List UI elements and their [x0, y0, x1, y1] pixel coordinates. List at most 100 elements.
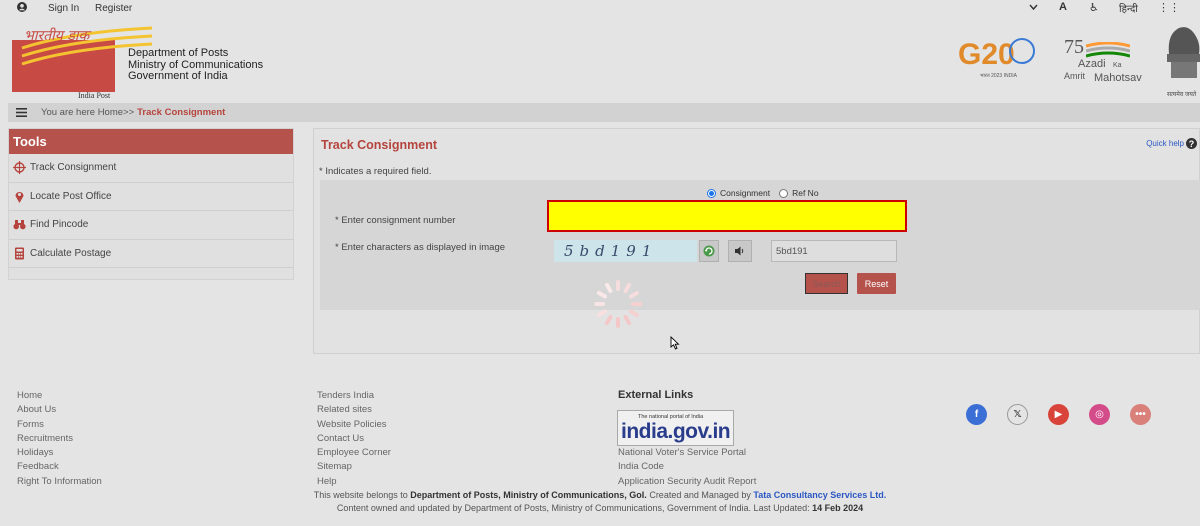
india-post-logo[interactable]: [12, 26, 153, 92]
sitemap-icon[interactable]: ⋮⋮: [1158, 1, 1180, 14]
g20-logo: G20 भारत 2023 INDIA: [958, 38, 1035, 79]
logo-hindi-text: भारतीय डाक: [24, 28, 90, 44]
text-size-icon[interactable]: A: [1059, 1, 1067, 13]
emblem-caption: सत्यमेव जयते: [1167, 92, 1197, 98]
footer-link-contact-us[interactable]: Contact Us: [317, 432, 391, 446]
sidebar-item-calculate-postage[interactable]: Calculate Postage: [9, 240, 293, 268]
consignment-number-input[interactable]: [547, 200, 907, 232]
footer-ownership-note: This website belongs to Department of Po…: [0, 490, 1200, 500]
external-link-india-code[interactable]: India Code: [618, 460, 756, 474]
footer-link-rti[interactable]: Right To Information: [17, 475, 102, 489]
footer-link-related-sites[interactable]: Related sites: [317, 403, 391, 417]
sidebar-item-label: Track Consignment: [30, 162, 117, 174]
captcha-image: 5bd191: [554, 240, 697, 262]
footer-updated-note: Content owned and updated by Department …: [0, 503, 1200, 513]
instagram-icon[interactable]: ◎: [1089, 404, 1110, 425]
consignment-number-label: * Enter consignment number: [335, 215, 456, 226]
language-hindi-link[interactable]: हिन्दी: [1119, 1, 1138, 15]
captcha-refresh-button[interactable]: [699, 240, 719, 262]
national-emblem: सत्यमेव जयते: [1163, 24, 1200, 102]
chevron-down-icon[interactable]: [1029, 4, 1038, 11]
footer-link-home[interactable]: Home: [17, 389, 102, 403]
footer-link-feedback[interactable]: Feedback: [17, 460, 102, 474]
g20-text: G20: [958, 38, 1015, 71]
sidebar-item-track-consignment[interactable]: Track Consignment: [9, 154, 293, 183]
external-links-list: National Voter's Service Portal India Co…: [618, 446, 756, 489]
hamburger-menu-icon[interactable]: [16, 108, 27, 117]
india-gov-wordmark: india.gov.in: [621, 420, 731, 443]
footer-link-employee-corner[interactable]: Employee Corner: [317, 446, 391, 460]
footer-link-forms[interactable]: Forms: [17, 418, 102, 432]
track-form: Consignment Ref No * Enter consignment n…: [320, 180, 1200, 310]
register-link[interactable]: Register: [95, 3, 132, 14]
footer-link-website-policies[interactable]: Website Policies: [317, 418, 391, 432]
captcha-label: * Enter characters as displayed in image: [335, 242, 506, 253]
ref-no-radio[interactable]: [779, 188, 789, 198]
g20-caption: भारत 2023 INDIA: [980, 73, 1018, 79]
facebook-icon[interactable]: f: [966, 404, 987, 425]
track-consignment-panel: Track Consignment Quick help ? * Indicat…: [313, 128, 1200, 354]
azadi-ka-word: Ka: [1113, 62, 1122, 69]
crosshair-icon: [13, 161, 26, 175]
reset-button[interactable]: Reset: [857, 273, 896, 294]
footer-link-sitemap[interactable]: Sitemap: [317, 460, 391, 474]
footer-link-tenders[interactable]: Tenders India: [317, 389, 391, 403]
government-line: Government of India: [128, 70, 228, 82]
external-link-security-audit[interactable]: Application Security Audit Report: [618, 475, 756, 489]
speaker-icon: [734, 246, 743, 256]
flag-wave-icon: [1086, 42, 1130, 58]
last-updated-date: 14 Feb 2024: [812, 503, 864, 513]
tcs-link[interactable]: Tata Consultancy Services Ltd.: [753, 490, 886, 500]
loading-spinner-icon: [594, 280, 642, 328]
external-link-voter-portal[interactable]: National Voter's Service Portal: [618, 446, 756, 460]
footer-link-holidays[interactable]: Holidays: [17, 446, 102, 460]
more-options-icon[interactable]: •••: [1130, 404, 1151, 425]
footer-links-col1: Home About Us Forms Recruitments Holiday…: [17, 389, 102, 489]
mouse-pointer-icon: [670, 336, 680, 350]
footer-link-help[interactable]: Help: [317, 475, 391, 489]
dept-line: Department of Posts: [128, 47, 229, 59]
captcha-input[interactable]: [771, 240, 897, 262]
breadcrumb-home[interactable]: You are here Home>>: [41, 107, 134, 118]
azadi-word: Azadi: [1078, 58, 1106, 70]
user-icon[interactable]: [17, 2, 27, 12]
youtube-icon[interactable]: ▶: [1048, 404, 1069, 425]
tools-sidebar: Tools Track Consignment Locate Post Offi…: [8, 128, 294, 280]
breadcrumb-current: Track Consignment: [137, 107, 226, 118]
x-twitter-icon[interactable]: 𝕏: [1007, 404, 1028, 425]
search-type-radio-group: Consignment Ref No: [707, 188, 819, 198]
consignment-radio[interactable]: [707, 188, 716, 198]
mahotsav-word: Mahotsav: [1094, 72, 1142, 84]
sidebar-item-find-pincode[interactable]: Find Pincode: [9, 211, 293, 240]
ref-no-radio-label[interactable]: Ref No: [792, 188, 818, 198]
captcha-audio-button[interactable]: [728, 240, 752, 262]
footer-link-about-us[interactable]: About Us: [17, 403, 102, 417]
quick-help-label: Quick help: [1146, 139, 1184, 148]
sidebar-item-label: Find Pincode: [30, 219, 89, 231]
footer-link-recruitments[interactable]: Recruitments: [17, 432, 102, 446]
sidebar-item-locate-post-office[interactable]: Locate Post Office: [9, 183, 293, 211]
breadcrumb: You are here Home>> Track Consignment: [8, 103, 1200, 122]
map-pin-icon: [15, 191, 24, 203]
refresh-icon: [703, 245, 715, 257]
sidebar-item-label: Locate Post Office: [30, 190, 112, 202]
required-note: * Indicates a required field.: [319, 166, 432, 177]
quick-help-link[interactable]: Quick help ?: [1146, 138, 1197, 149]
top-bar: Sign In Register A ♿ हिन्दी ⋮⋮: [0, 0, 1200, 16]
calculator-icon: [15, 247, 24, 260]
department-title: Department of Posts Ministry of Communic…: [128, 47, 263, 83]
binoculars-icon: [13, 220, 26, 230]
note-text: Content owned and updated by Department …: [336, 503, 813, 513]
accessibility-icon[interactable]: ♿: [1089, 1, 1099, 14]
consignment-radio-label[interactable]: Consignment: [720, 188, 770, 198]
lion-capital-icon: [1167, 27, 1200, 78]
amrit-word: Amrit: [1064, 71, 1085, 81]
india-gov-in-banner[interactable]: The national portal of India india.gov.i…: [617, 410, 734, 446]
tools-heading: Tools: [9, 129, 293, 154]
note-dept: Department of Posts, Ministry of Communi…: [410, 490, 647, 500]
azadi-number: 75: [1064, 36, 1084, 58]
search-button[interactable]: Search: [805, 273, 848, 294]
sidebar-item-label: Calculate Postage: [30, 247, 112, 259]
sign-in-link[interactable]: Sign In: [48, 3, 79, 14]
note-text: Created and Managed by: [646, 490, 754, 500]
